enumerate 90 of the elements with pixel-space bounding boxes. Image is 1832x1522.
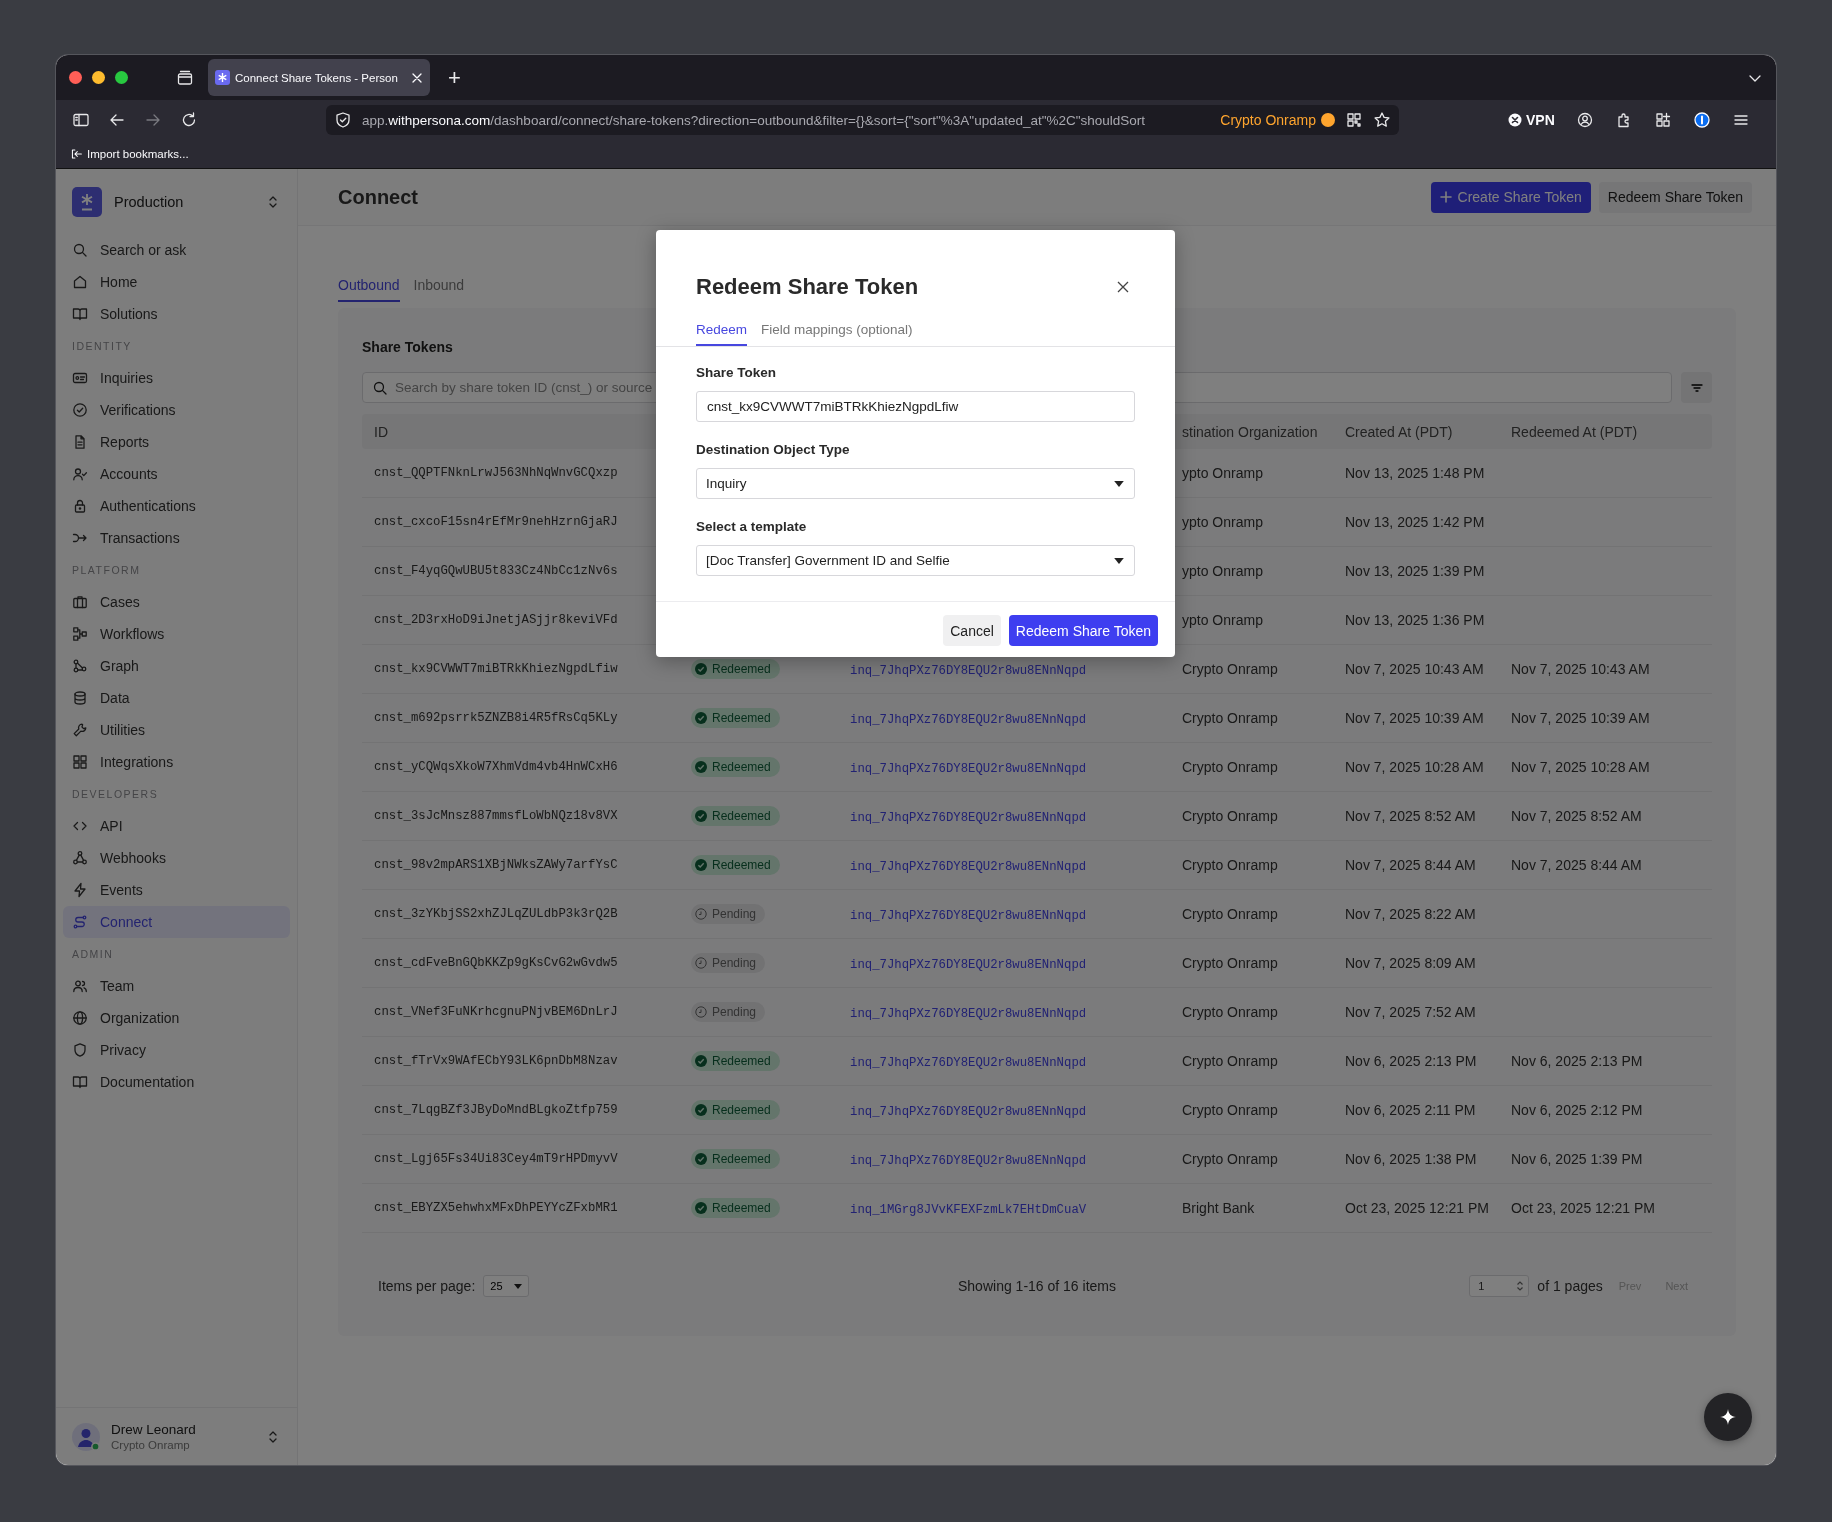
- table-cell-text: cnst_kx9CVWWT7miBTRkKhiezNgpdLfiw: [373, 662, 619, 676]
- table-cell-text: Nov 13, 2025 1:48 PM: [1344, 465, 1486, 481]
- table-cell-text: Nov 7, 2025 10:43 AM: [1344, 661, 1485, 677]
- status-badge: Redeemed: [691, 757, 780, 777]
- table-cell-text: ypto Onramp: [1181, 514, 1264, 530]
- dialog-title: Redeem Share Token: [696, 273, 919, 301]
- table-cell-text: cnst_VNef3FuNKrhcgnuPNjvBEM6DnLrJ: [373, 1005, 619, 1019]
- table-cell-text: Nov 7, 2025 10:43 AM: [1510, 661, 1651, 677]
- section-label: DEVELOPERS: [71, 787, 160, 802]
- table-cell-text: cnst_cxcoF15sn4rEfMr9nehHzrnGjaRJ: [373, 515, 619, 529]
- table-cell-text: cnst_7LqgBZf3JByDoMndBLgkoZtfp759: [373, 1103, 619, 1117]
- status-badge: Redeemed: [691, 1198, 780, 1218]
- table-cell-text: cnst_F4yqGQwUBU5t833Cz4NbCc1zNv6s: [373, 564, 619, 578]
- user-name: Drew Leonard: [111, 1422, 197, 1437]
- table-cell-text: Nov 7, 2025 10:28 AM: [1510, 759, 1651, 775]
- status-badge: Redeemed: [691, 806, 780, 826]
- table-cell-text: Crypto Onramp: [1181, 1004, 1279, 1020]
- table-cell-text: Crypto Onramp: [1181, 1151, 1279, 1167]
- table-cell-text: cnst_EBYZX5ehwhxMFxDhPEYYcZFxbMR1: [373, 1201, 619, 1215]
- user-organization: Crypto Onramp: [111, 1439, 191, 1451]
- column-header: ID: [373, 423, 389, 440]
- table-cell-text: Crypto Onramp: [1181, 857, 1279, 873]
- table-cell-text: cnst_fTrVx9WAfECbY93LK6pnDbM8Nzav: [373, 1054, 619, 1068]
- field-label: Share Token: [696, 364, 778, 382]
- table-cell-text: Nov 6, 2025 1:38 PM: [1344, 1151, 1478, 1167]
- table-cell-text: Nov 13, 2025 1:39 PM: [1344, 563, 1486, 579]
- table-cell-text: Nov 6, 2025 2:13 PM: [1510, 1053, 1644, 1069]
- section-label: IDENTITY: [71, 339, 133, 354]
- table-cell-text: Crypto Onramp: [1181, 1053, 1279, 1069]
- table-cell-text: cnst_3zYKbjSS2xhZJLqZULdbP3k3rQ2B: [373, 907, 619, 921]
- table-cell-text: cnst_2D3rxHoD9iJnetjASjjr8keviVFd: [373, 613, 619, 627]
- table-cell-text: Nov 7, 2025 10:39 AM: [1344, 710, 1485, 726]
- status-badge: Redeemed: [691, 708, 780, 728]
- section-label: ADMIN: [71, 947, 115, 962]
- table-cell-text: cnst_98v2mpARS1XBjNWksZAWy7arfYsC: [373, 858, 619, 872]
- table-cell-text: Nov 7, 2025 10:28 AM: [1344, 759, 1485, 775]
- workspace-name: Production: [114, 193, 185, 210]
- items-per-page-label: Items per page:: [378, 1278, 476, 1294]
- table-cell-text: Oct 23, 2025 12:21 PM: [1344, 1200, 1490, 1216]
- column-header: stination Organization: [1181, 423, 1319, 440]
- table-cell-text: Bright Bank: [1181, 1200, 1256, 1216]
- section-title: Share Tokens: [362, 338, 454, 357]
- table-cell-text: cnst_QQPTFNknLrwJ563NhNqWnvGCQxzp: [373, 466, 619, 480]
- page-total: of 1 pages: [1537, 1278, 1603, 1294]
- table-cell-text: Crypto Onramp: [1181, 710, 1279, 726]
- status-badge: Redeemed: [691, 659, 780, 679]
- table-cell-text: Nov 6, 2025 2:13 PM: [1344, 1053, 1478, 1069]
- table-cell-text: Nov 7, 2025 8:52 AM: [1510, 808, 1643, 824]
- table-cell-text: Nov 13, 2025 1:36 PM: [1344, 612, 1486, 628]
- table-cell-text: Nov 7, 2025 8:52 AM: [1344, 808, 1477, 824]
- pagination-summary: Showing 1-16 of 16 items: [958, 1278, 1116, 1294]
- table-cell-text: Nov 13, 2025 1:42 PM: [1344, 514, 1486, 530]
- table-cell-text: Nov 6, 2025 2:11 PM: [1344, 1102, 1477, 1118]
- table-cell-text: Nov 6, 2025 2:12 PM: [1510, 1102, 1644, 1118]
- table-cell-text: Crypto Onramp: [1181, 955, 1279, 971]
- table-cell-text: Nov 7, 2025 8:44 AM: [1344, 857, 1477, 873]
- table-cell-text: cnst_Lgj65Fs34Ui83Cey4mT9rHPDmyvV: [373, 1152, 619, 1166]
- status-badge: Pending: [691, 904, 766, 924]
- column-header: Created At (PDT): [1344, 423, 1454, 440]
- table-cell-text: Crypto Onramp: [1181, 808, 1279, 824]
- field-label: Select a template: [696, 518, 808, 536]
- table-cell-text: ypto Onramp: [1181, 563, 1264, 579]
- table-cell-text: Crypto Onramp: [1181, 661, 1279, 677]
- table-cell-text: Oct 23, 2025 12:21 PM: [1510, 1200, 1656, 1216]
- table-cell-text: cnst_cdFveBnGQbKKZp9gKsCvG2wGvdw5: [373, 956, 619, 970]
- status-badge: Redeemed: [691, 1051, 780, 1071]
- table-cell-text: Crypto Onramp: [1181, 1102, 1279, 1118]
- table-cell-text: cnst_3sJcMnsz887mmsfLoWbNQz18v8VX: [373, 809, 619, 823]
- table-cell-text: Nov 7, 2025 8:22 AM: [1344, 906, 1477, 922]
- table-cell-text: cnst_m692psrrk5ZNZB8i4R5fRsCq5KLy: [373, 711, 619, 725]
- status-badge: Pending: [691, 953, 766, 973]
- status-badge: Redeemed: [691, 855, 780, 875]
- status-badge: Redeemed: [691, 1100, 780, 1120]
- table-cell-text: Crypto Onramp: [1181, 759, 1279, 775]
- table-cell-text: Nov 7, 2025 10:39 AM: [1510, 710, 1651, 726]
- table-cell-text: ypto Onramp: [1181, 612, 1264, 628]
- section-label: PLATFORM: [71, 563, 142, 578]
- table-cell-text: ypto Onramp: [1181, 465, 1264, 481]
- column-header: Redeemed At (PDT): [1510, 423, 1639, 440]
- page-title: Connect: [338, 185, 419, 209]
- table-cell-text: Nov 6, 2025 1:39 PM: [1510, 1151, 1644, 1167]
- table-cell-text: cnst_yCQWqsXkoW7XhmVdm4vb4HnWCxH6: [373, 760, 619, 774]
- field-label: Destination Object Type: [696, 441, 851, 459]
- url-text: app.withpersona.com/dashboard/connect/share-tokens?direction=outbound&filter={}&sort={"sort"%3A"updated_at"%2C"shouldSort: [362, 112, 1147, 128]
- status-badge: Redeemed: [691, 1149, 780, 1169]
- table-cell-text: Nov 7, 2025 8:44 AM: [1510, 857, 1643, 873]
- table-cell-text: Nov 7, 2025 8:09 AM: [1344, 955, 1477, 971]
- status-badge: Pending: [691, 1002, 766, 1022]
- table-cell-text: Crypto Onramp: [1181, 906, 1279, 922]
- table-cell-text: Nov 7, 2025 7:52 AM: [1344, 1004, 1477, 1020]
